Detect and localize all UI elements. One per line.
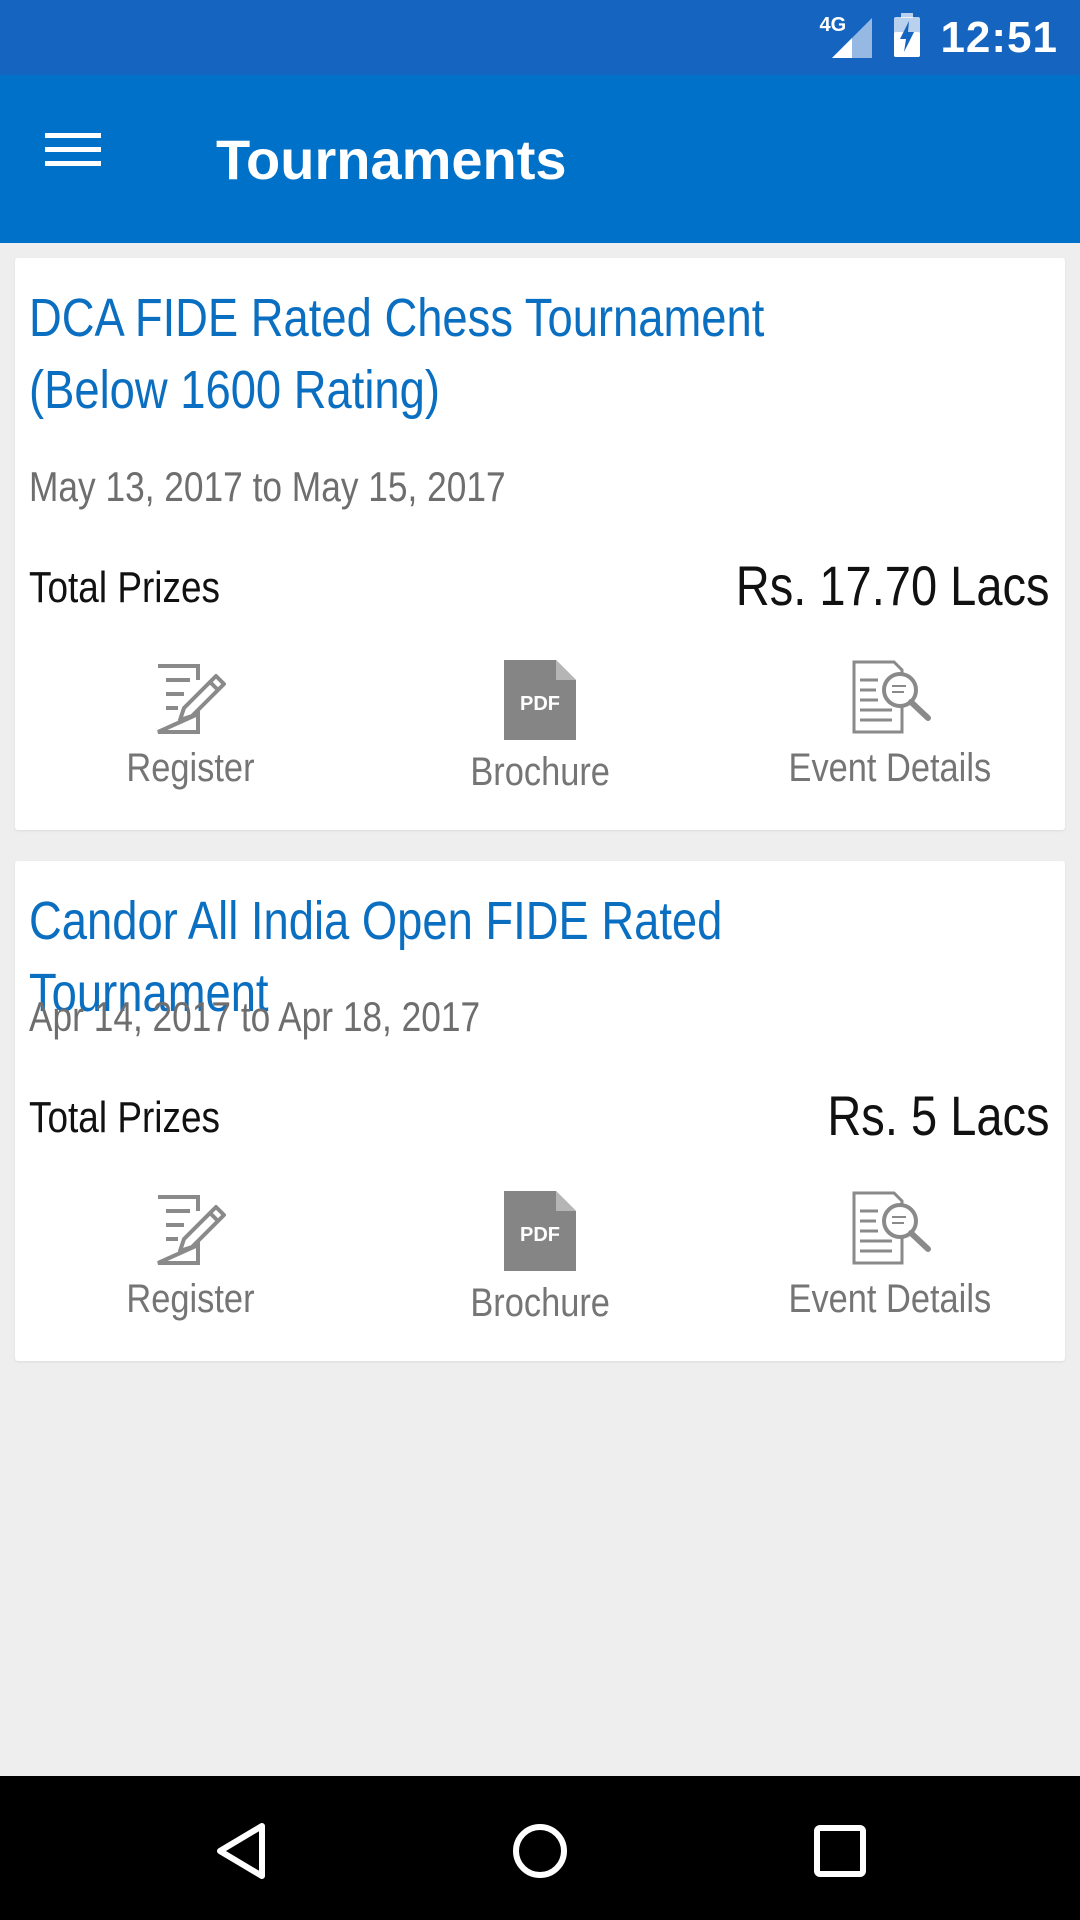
register-button[interactable]: Register (40, 1189, 340, 1339)
brochure-button[interactable]: PDF Brochure (390, 658, 690, 808)
system-nav-bar (0, 1776, 1080, 1920)
status-bar: 4G 12:51 (0, 0, 1080, 75)
tournament-actions: Register PDF Brochure Event Details (15, 1189, 1065, 1339)
document-search-icon (852, 1191, 931, 1265)
document-search-icon (852, 660, 931, 734)
tournament-title[interactable]: DCA FIDE Rated Chess Tournament (Below 1… (29, 282, 877, 426)
register-edit-icon (157, 664, 226, 734)
back-triangle-icon[interactable] (206, 1816, 276, 1886)
register-edit-icon (157, 1195, 226, 1265)
total-prizes-label: Total Prizes (29, 563, 221, 612)
total-prizes-label: Total Prizes (29, 1093, 221, 1142)
register-label: Register (125, 1277, 255, 1321)
status-clock: 12:51 (940, 12, 1058, 62)
battery-charging-icon (892, 12, 922, 63)
tournament-actions: Register PDF Brochure Event Details (15, 658, 1065, 808)
brochure-button[interactable]: PDF Brochure (390, 1189, 690, 1339)
brochure-label: Brochure (470, 750, 610, 794)
event-details-label: Event Details (788, 1277, 992, 1321)
event-details-button[interactable]: Event Details (740, 658, 1040, 808)
status-icons: 4G 12:51 (819, 0, 1058, 75)
total-prizes-value: Rs. 17.70 Lacs (736, 554, 1050, 617)
app-bar: Tournaments (0, 75, 1080, 243)
hamburger-menu-icon[interactable] (44, 125, 124, 195)
pdf-icon: PDF (504, 1191, 576, 1271)
event-details-button[interactable]: Event Details (740, 1189, 1040, 1339)
cell-signal-icon: 4G (819, 13, 874, 60)
recents-square-icon[interactable] (805, 1816, 875, 1886)
event-details-label: Event Details (788, 746, 992, 790)
total-prizes-value: Rs. 5 Lacs (827, 1084, 1050, 1147)
brochure-label: Brochure (470, 1281, 610, 1325)
tournament-card: DCA FIDE Rated Chess Tournament (Below 1… (15, 258, 1065, 830)
register-button[interactable]: Register (40, 658, 340, 808)
register-label: Register (125, 746, 255, 790)
network-type-label: 4G (819, 13, 847, 36)
svg-text:PDF: PDF (520, 693, 560, 715)
tournament-dates: Apr 14, 2017 to Apr 18, 2017 (29, 993, 481, 1040)
tournament-card: Candor All India Open FIDE Rated Tournam… (15, 861, 1065, 1361)
page-title: Tournaments (216, 128, 567, 191)
pdf-icon: PDF (504, 660, 576, 740)
tournament-dates: May 13, 2017 to May 15, 2017 (29, 463, 506, 510)
home-circle-icon[interactable] (505, 1816, 575, 1886)
svg-text:PDF: PDF (520, 1224, 560, 1246)
